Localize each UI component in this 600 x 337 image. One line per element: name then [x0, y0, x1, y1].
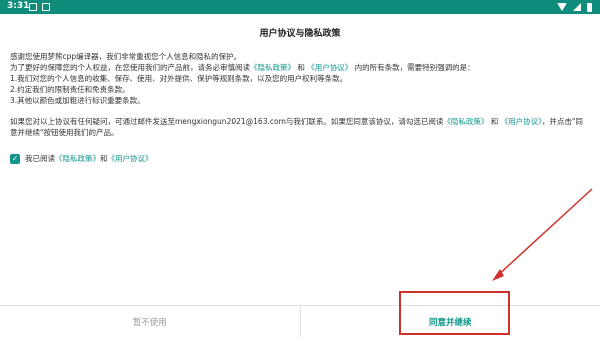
annotation-arrow [492, 188, 593, 281]
